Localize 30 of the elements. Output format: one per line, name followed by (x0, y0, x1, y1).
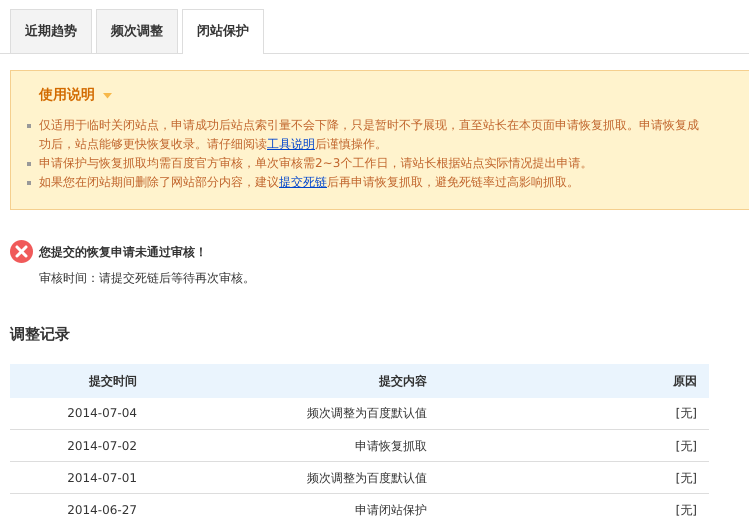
bullet-icon (27, 124, 31, 128)
section-heading: 调整记录 (10, 324, 71, 345)
table-cell: [无] (427, 494, 709, 523)
table-cell: 2014-06-27 (10, 494, 147, 523)
table-cell: 申请恢复抓取 (147, 430, 427, 462)
table-cell: 2014-07-04 (10, 398, 147, 430)
notice-text: 申请保护与恢复抓取均需百度官方审核，单次审核需2~3个工作日，请站长根据站点实际情况提出申请。 (39, 155, 592, 172)
notice-text: 如果您在闭站期间删除了网站部分内容，建议提交死链后再申请恢复抓取，避免死链率过高影响抓取。 (39, 174, 579, 191)
column-header: 提交内容 (147, 364, 427, 398)
column-header: 原因 (427, 364, 709, 398)
table-cell: [无] (427, 430, 709, 462)
table-cell: [无] (427, 462, 709, 494)
notice-text: 仅适用于临时关闭站点，申请成功后站点索引量不会下降，只是暂时不予展现，直至站长在本页面申请恢复抓取。申请恢复成功后，站点能够更快恢复收录。请仔细阅读工具说明后谨慎操作。 (39, 117, 700, 153)
status-detail: 审核时间：请提交死链后等待再次审核。 (39, 270, 256, 287)
tab[interactable]: 闭站保护 (182, 9, 264, 54)
table-cell: 申请闭站保护 (147, 494, 427, 523)
table-cell: 频次调整为百度默认值 (147, 462, 427, 494)
status-message: 您提交的恢复申请未通过审核！ (39, 244, 207, 260)
bullet-icon (27, 181, 31, 185)
table-cell: 2014-07-02 (10, 430, 147, 462)
tab[interactable]: 频次调整 (96, 9, 178, 53)
column-header: 提交时间 (10, 364, 147, 398)
link[interactable]: 工具说明 (267, 137, 315, 151)
error-icon (10, 240, 33, 263)
tab[interactable]: 近期趋势 (10, 9, 92, 53)
table-cell: [无] (427, 398, 709, 430)
link[interactable]: 提交死链 (279, 175, 327, 189)
table-cell: 频次调整为百度默认值 (147, 398, 427, 430)
table-cell: 2014-07-01 (10, 462, 147, 494)
bullet-icon (27, 162, 31, 166)
